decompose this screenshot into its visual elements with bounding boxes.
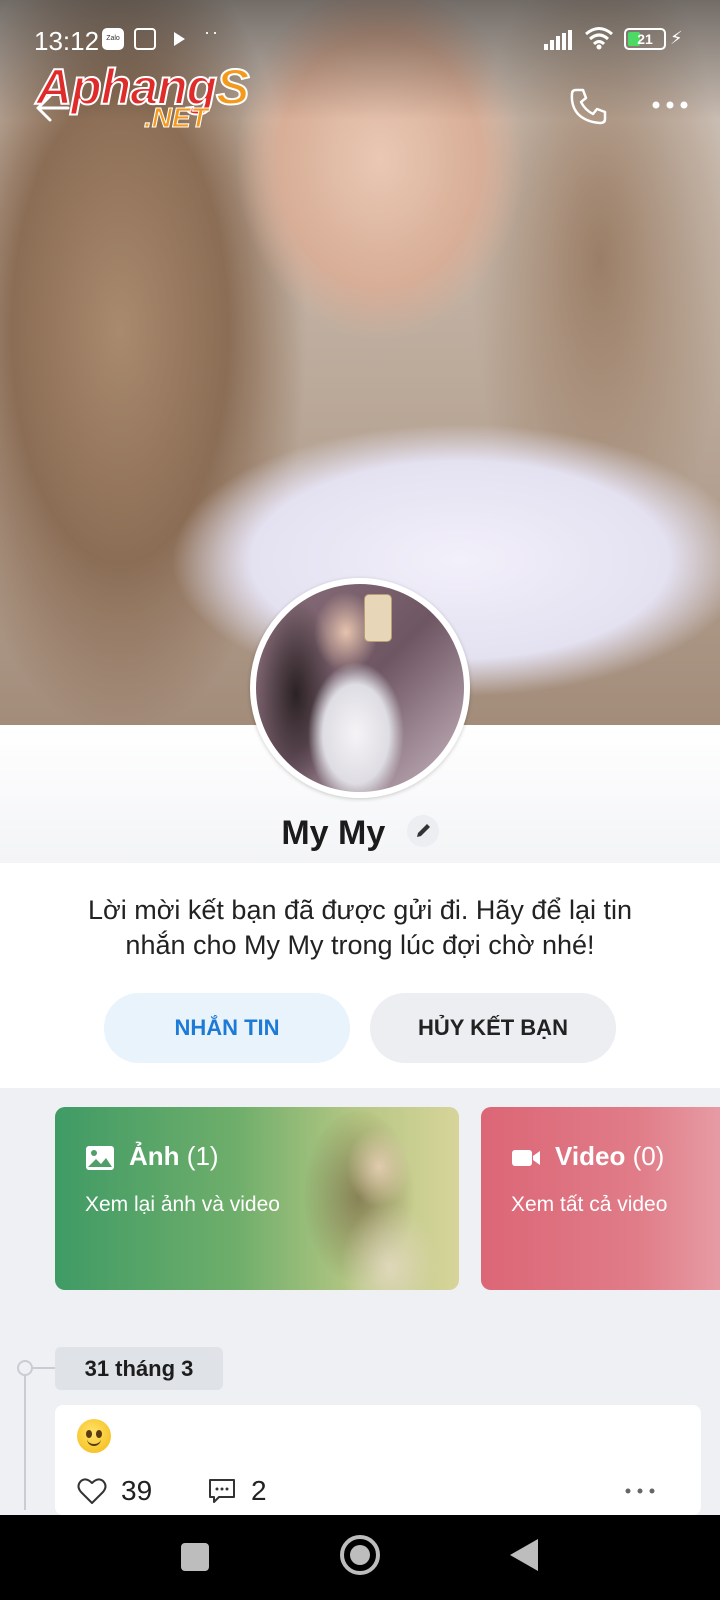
profile-name: My My	[281, 813, 386, 852]
system-back-button[interactable]	[510, 1539, 538, 1571]
timeline-date: 31 tháng 3	[55, 1347, 223, 1390]
play-notification-icon	[174, 32, 185, 46]
battery-level: 21	[637, 31, 653, 47]
timeline-line	[24, 1370, 26, 1510]
more-notifications-icon: ··	[204, 22, 220, 42]
recents-button[interactable]	[181, 1543, 209, 1571]
photos-subtitle: Xem lại ảnh và video	[85, 1193, 280, 1216]
photos-title: Ảnh (1)	[129, 1141, 219, 1171]
timeline-dot	[17, 1360, 33, 1376]
like-count: 39	[121, 1475, 153, 1506]
video-camera-icon	[512, 1150, 540, 1166]
profile-name-row: My My	[0, 812, 720, 853]
edit-pencil-icon[interactable]	[406, 815, 439, 848]
photo-thumbnail	[299, 1107, 459, 1290]
videos-title: Video (0)	[555, 1141, 665, 1171]
videos-tile[interactable]: Video (0) Xem tất cả video	[481, 1107, 720, 1290]
cancel-friend-request-button[interactable]: HỦY KẾT BẠN	[370, 993, 616, 1063]
timeline-post[interactable]: 39 2	[55, 1405, 701, 1515]
home-button[interactable]	[340, 1535, 380, 1575]
avatar[interactable]	[250, 578, 470, 798]
more-horizontal-icon[interactable]	[648, 90, 692, 120]
photos-tile[interactable]: Ảnh (1) Xem lại ảnh và video	[55, 1107, 459, 1290]
comment-icon[interactable]	[207, 1477, 237, 1505]
wifi-icon	[585, 27, 613, 50]
zalo-notification-icon: Zalo	[102, 28, 124, 50]
watermark-domain: .NET	[144, 102, 209, 134]
watermark-logo: AphangS .NET	[35, 58, 266, 138]
videos-subtitle: Xem tất cả video	[511, 1193, 668, 1216]
signal-icon	[544, 30, 574, 50]
status-time: 13:12	[34, 26, 100, 56]
camera-notification-icon	[134, 28, 156, 50]
message-button[interactable]: NHẮN TIN	[104, 993, 350, 1063]
post-more-icon[interactable]	[623, 1483, 657, 1499]
friend-request-card: Lời mời kết bạn đã được gửi đi. Hãy để l…	[0, 863, 720, 1088]
phone-icon[interactable]	[566, 84, 610, 128]
timeline-connector	[32, 1367, 56, 1369]
smiley-emoji-icon	[77, 1419, 111, 1453]
friend-request-message: Lời mời kết bạn đã được gửi đi. Hãy để l…	[87, 895, 632, 960]
watermark-letter: S	[215, 58, 250, 116]
comment-count: 2	[251, 1475, 267, 1506]
heart-icon[interactable]	[77, 1477, 107, 1505]
system-nav-bar	[0, 1515, 720, 1600]
avatar-photo-detail	[364, 594, 392, 642]
battery-icon: 21	[624, 28, 666, 50]
charging-icon: ⚡	[670, 28, 683, 48]
image-icon	[86, 1146, 114, 1170]
